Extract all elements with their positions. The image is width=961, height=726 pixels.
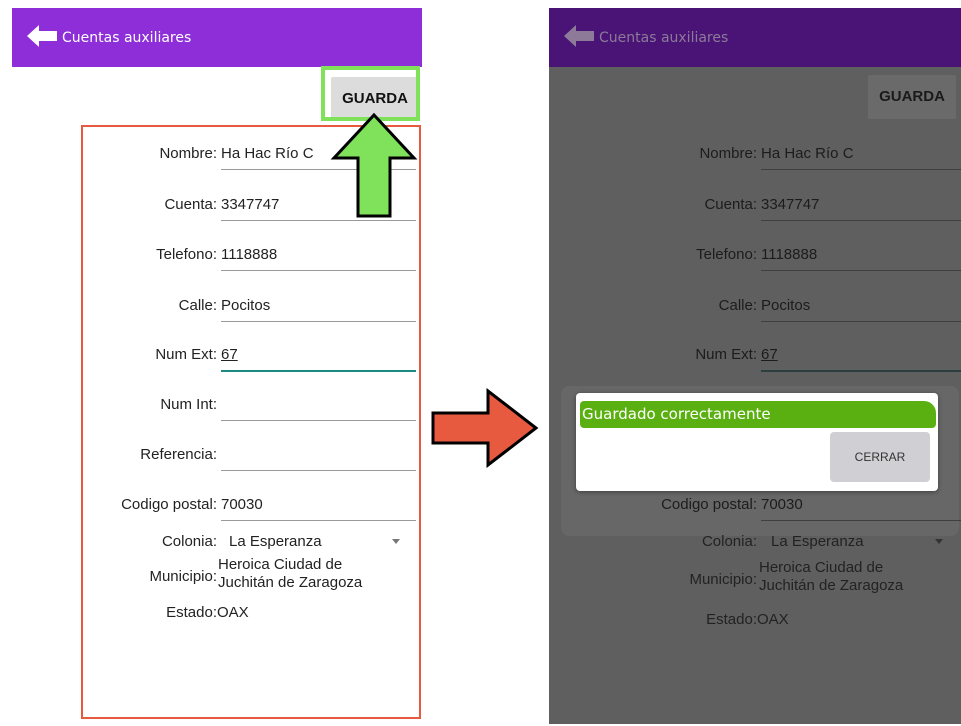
codigo-postal-input[interactable]: 70030 (221, 492, 416, 521)
nombre-field: Nombre: Ha Hac Río C (549, 137, 961, 171)
colonia-row: Colonia: La Esperanza (12, 529, 422, 551)
chevron-down-icon[interactable] (392, 539, 400, 544)
arrow-left-icon[interactable] (27, 25, 57, 47)
municipio-row: Municipio: Heroica Ciudad de Juchitán de… (12, 556, 422, 598)
municipio-label: Municipio: (149, 568, 217, 585)
telefono-field: Telefono: 1118888 (12, 238, 422, 272)
screen-before-save: Cuentas auxiliares GUARDA Nombre: Ha Hac… (12, 8, 422, 724)
referencia-field: Referencia: (12, 438, 422, 472)
codigo-postal-label: Codigo postal: (121, 496, 217, 513)
app-bar: Cuentas auxiliares (12, 8, 422, 67)
telefono-field: Telefono: 1118888 (549, 238, 961, 272)
municipio-row: Municipio: Heroica Ciudad de Juchitán de… (549, 559, 961, 601)
arrow-right-icon (431, 388, 539, 468)
telefono-input[interactable]: 1118888 (221, 242, 416, 271)
estado-row: Estado: OAX (12, 602, 422, 624)
telefono-input: 1118888 (761, 242, 961, 271)
num-int-input[interactable] (221, 392, 416, 421)
referencia-label: Referencia: (140, 446, 217, 463)
calle-label: Calle: (178, 297, 217, 314)
codigo-postal-field: Codigo postal: 70030 (12, 488, 422, 522)
save-button: GUARDA (868, 75, 956, 119)
estado-value: OAX (757, 611, 789, 628)
app-bar: Cuentas auxiliares (549, 8, 961, 67)
codigo-postal-label: Codigo postal: (661, 496, 757, 513)
num-ext-field: Num Ext: 67 (549, 338, 961, 372)
telefono-label: Telefono: (696, 246, 757, 263)
estado-value: OAX (217, 604, 249, 621)
colonia-label: Colonia: (701, 533, 757, 550)
estado-row: Estado: OAX (549, 609, 961, 631)
cuenta-input: 3347747 (761, 192, 961, 221)
success-message: Guardado correctamente (580, 401, 936, 428)
codigo-postal-field: Codigo postal: 70030 (549, 488, 961, 522)
screen-after-save: Cuentas auxiliares GUARDA Nombre: Ha Hac… (549, 8, 961, 724)
calle-field: Calle: Pocitos (549, 289, 961, 323)
num-ext-field: Num Ext: 67 (12, 338, 422, 372)
municipio-value-line2: Juchitán de Zaragoza (218, 574, 363, 591)
num-ext-label: Num Ext: (155, 346, 217, 363)
chevron-down-icon (935, 539, 943, 544)
num-ext-input: 67 (761, 342, 961, 372)
num-ext-input[interactable]: 67 (221, 342, 416, 372)
estado-label: Estado: (166, 604, 217, 621)
success-dialog: Guardado correctamente CERRAR (576, 393, 938, 491)
app-title: Cuentas auxiliares (62, 30, 192, 46)
num-int-label: Num Int: (160, 396, 217, 413)
nombre-label: Nombre: (159, 145, 217, 162)
colonia-row: Colonia: La Esperanza (549, 529, 961, 551)
calle-label: Calle: (718, 297, 757, 314)
municipio-value-line2: Juchitán de Zaragoza (759, 577, 904, 594)
municipio-value-line1: Heroica Ciudad de (759, 559, 884, 576)
colonia-select: La Esperanza (771, 533, 864, 550)
colonia-select[interactable]: La Esperanza (229, 533, 322, 550)
calle-field: Calle: Pocitos (12, 289, 422, 323)
arrow-left-icon (564, 25, 594, 47)
num-int-field: Num Int: (12, 388, 422, 422)
cuenta-label: Cuenta: (704, 196, 757, 213)
close-button[interactable]: CERRAR (830, 432, 930, 482)
codigo-postal-input: 70030 (761, 492, 961, 521)
estado-label: Estado: (706, 611, 757, 628)
nombre-label: Nombre: (699, 145, 757, 162)
cuenta-field: Cuenta: 3347747 (549, 188, 961, 222)
telefono-label: Telefono: (156, 246, 217, 263)
referencia-input[interactable] (221, 442, 416, 471)
app-title: Cuentas auxiliares (599, 30, 729, 46)
municipio-value-line1: Heroica Ciudad de (218, 556, 343, 573)
municipio-label: Municipio: (689, 571, 757, 588)
calle-input: Pocitos (761, 293, 961, 322)
calle-input[interactable]: Pocitos (221, 293, 416, 322)
colonia-label: Colonia: (161, 533, 217, 550)
num-ext-label: Num Ext: (695, 346, 757, 363)
arrow-up-icon (330, 112, 418, 218)
nombre-input: Ha Hac Río C (761, 141, 961, 170)
cuenta-label: Cuenta: (164, 196, 217, 213)
